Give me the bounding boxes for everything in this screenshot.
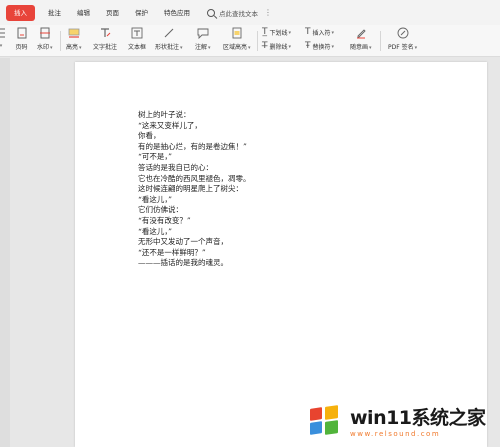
watermark-title: win11系统之家	[350, 406, 486, 429]
page-number-label: 页码	[15, 44, 28, 51]
free-draw-label: 随意画	[350, 44, 369, 51]
tab-edit[interactable]: 编辑	[70, 5, 97, 21]
pdf-sign-button[interactable]: PDF 签名▾	[388, 27, 417, 51]
tab-page[interactable]: 页面	[99, 5, 126, 21]
left-panel	[0, 58, 10, 447]
text-line: “看这儿，”	[138, 226, 172, 236]
page-number-icon	[15, 27, 28, 39]
area-highlight-button[interactable]: 区域高亮▾	[223, 27, 251, 51]
area-highlight-icon	[230, 27, 243, 39]
replace-symbol-button[interactable]: Ŧ 替换符 ▾	[305, 41, 334, 52]
watermark-icon	[38, 27, 51, 39]
free-draw-button[interactable]: 随意画▾	[350, 27, 372, 51]
insert-icon	[0, 27, 7, 39]
insert-symbol-icon: T	[305, 27, 311, 37]
windows-logo-icon	[304, 402, 344, 442]
textbox-button[interactable]: 文本框	[128, 27, 146, 51]
highlight-button[interactable]: 高亮▾	[66, 27, 82, 51]
note-icon	[196, 27, 209, 39]
text-line: “有没有改变？”	[138, 215, 191, 225]
note-button[interactable]: 注解▾	[195, 27, 211, 51]
underline-button[interactable]: T̲ 下划线 ▾	[262, 27, 291, 38]
text-line: 有的是抽心烂，有的是卷边焦！”	[138, 141, 247, 151]
find-text-search[interactable]: 点此查找文本	[207, 8, 258, 18]
strikethrough-icon: T̶	[262, 41, 268, 51]
text-line: 它也在冷酷的西风里褪色，凋零。	[138, 173, 251, 183]
strikethrough-button[interactable]: T̶ 删除线 ▾	[262, 41, 291, 52]
area-highlight-label: 区域高亮	[223, 44, 248, 51]
shape-comment-label: 形状批注	[155, 44, 180, 51]
text-comment-label: 文字批注	[93, 44, 118, 51]
ribbon-toolbar: ▾ 页码 水印▾ 高亮▾ 文字批注 文本框 形状批注▾ 注解▾ 区域高亮▾ T̲…	[0, 25, 500, 57]
strikethrough-label: 删除线	[269, 44, 288, 51]
text-line: 树上的叶子说：	[138, 110, 191, 119]
signature-icon	[396, 27, 409, 39]
tab-special-apps[interactable]: 特色应用	[157, 5, 197, 21]
text-line: “还不是一样鲜明？”	[138, 247, 206, 257]
text-line: “可不是，”	[138, 152, 172, 162]
tab-insert[interactable]: 插入	[6, 4, 35, 21]
tab-comment[interactable]: 批注	[41, 5, 68, 21]
watermark-label: 水印	[37, 44, 50, 51]
document-page[interactable]: 树上的叶子说： “这来又变样儿了， 你看， 有的是抽心烂，有的是卷边焦！” “可…	[75, 62, 487, 447]
note-label: 注解	[195, 44, 208, 51]
search-label: 点此查找文本	[219, 9, 258, 18]
divider	[257, 31, 258, 51]
replace-symbol-icon: Ŧ	[305, 41, 311, 51]
insert-symbol-label: 插入符	[312, 30, 331, 37]
textbox-icon	[131, 27, 144, 39]
divider	[380, 31, 381, 51]
menu-bar: 插入 批注 编辑 页面 保护 特色应用 点此查找文本 ⋮	[0, 0, 500, 25]
watermark-button[interactable]: 水印▾	[37, 27, 53, 51]
text-line: 它们仿佛说：	[138, 205, 183, 215]
underline-icon: T̲	[262, 27, 268, 37]
line-shape-icon	[162, 27, 175, 39]
text-comment-button[interactable]: 文字批注	[93, 27, 117, 51]
page-number-button[interactable]: 页码	[15, 27, 28, 51]
text-line: “看这儿，”	[138, 194, 172, 204]
insert-symbol-button[interactable]: T 插入符 ▾	[305, 27, 334, 38]
highlight-label: 高亮	[66, 44, 79, 51]
watermark-url: www.relsound.com	[350, 429, 441, 438]
tab-protect[interactable]: 保护	[128, 5, 155, 21]
text-line: “这来又变样儿了，	[138, 120, 202, 130]
text-line: 无形中又发动了一个声音，	[138, 237, 228, 247]
divider	[60, 31, 61, 51]
pen-icon	[354, 27, 367, 39]
shape-comment-button[interactable]: 形状批注▾	[155, 27, 183, 51]
text-line: 你看，	[138, 131, 161, 141]
search-icon	[207, 8, 215, 17]
pdf-sign-label: PDF 签名	[388, 44, 414, 51]
poem-text: 树上的叶子说： “这来又变样儿了， 你看， 有的是抽心烂，有的是卷边焦！” “可…	[138, 110, 251, 269]
textbox-label: 文本框	[128, 44, 147, 51]
text-line: ———插话的是我的魂灵。	[138, 258, 228, 268]
more-vertical-icon[interactable]: ⋮	[264, 8, 272, 17]
text-line: 这时候连翩的明星爬上了树尖：	[138, 184, 243, 194]
text-comment-icon	[99, 27, 112, 39]
ribbon-overflow-left[interactable]: ▾	[0, 27, 7, 49]
replace-symbol-label: 替换符	[312, 44, 331, 51]
highlight-icon	[67, 27, 80, 39]
text-line: 答话的是我自已的心：	[138, 162, 213, 172]
underline-label: 下划线	[269, 30, 288, 37]
site-watermark: win11系统之家 www.relsound.com	[304, 397, 500, 447]
